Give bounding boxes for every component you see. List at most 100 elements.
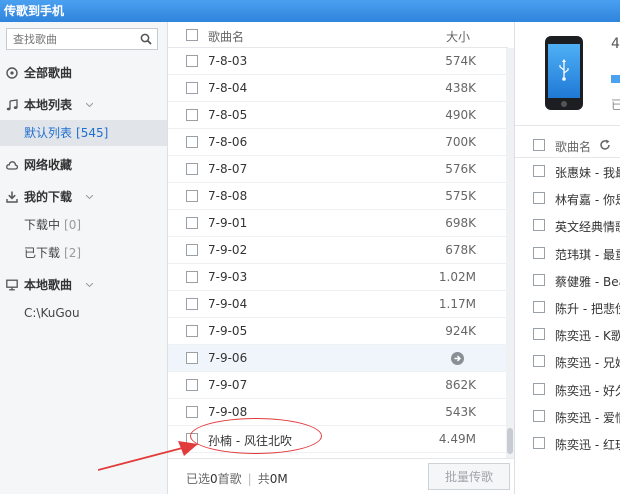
song-size: 4.49M xyxy=(438,432,476,446)
header-size: 大小 xyxy=(446,30,471,44)
song-checkbox[interactable] xyxy=(186,352,198,364)
nav-local-lists[interactable]: 本地列表 xyxy=(0,92,167,118)
song-row[interactable]: 7-8-04 438K xyxy=(168,75,506,102)
phone-song-checkbox[interactable] xyxy=(533,192,545,205)
song-size: 575K xyxy=(445,189,476,203)
song-row[interactable]: 7-9-03 1.02M xyxy=(168,264,506,291)
song-checkbox[interactable] xyxy=(186,298,198,310)
song-row[interactable]: 7-9-02 678K xyxy=(168,237,506,264)
song-checkbox[interactable] xyxy=(186,136,198,148)
nav-downloaded[interactable]: 已下载 [2] xyxy=(0,240,167,266)
search-icon[interactable] xyxy=(140,33,152,45)
phone-song-checkbox[interactable] xyxy=(533,273,545,286)
select-all-checkbox[interactable] xyxy=(186,29,198,41)
phone-status-text: 已 xyxy=(611,96,620,113)
disc-icon xyxy=(6,67,18,79)
song-row[interactable]: 7-9-06 xyxy=(168,345,506,372)
song-name: 7-8-03 xyxy=(208,54,248,68)
nav-downloading[interactable]: 下载中 [0] xyxy=(0,212,167,238)
nav-all-songs[interactable]: 全部歌曲 xyxy=(0,60,167,86)
phone-song-name: 陈奕迅 - 红玫 xyxy=(555,438,620,452)
song-row[interactable]: 7-9-01 698K xyxy=(168,210,506,237)
nav-all-songs-label: 全部歌曲 xyxy=(24,66,73,80)
phone-song-row[interactable]: 陈奕迅 - 好久 xyxy=(515,376,620,403)
phone-song-checkbox[interactable] xyxy=(533,437,545,449)
song-checkbox[interactable] xyxy=(186,325,198,337)
song-row[interactable]: 7-8-07 576K xyxy=(168,156,506,183)
chevron-down-icon[interactable] xyxy=(86,195,93,199)
song-checkbox[interactable] xyxy=(186,433,198,445)
song-row[interactable]: 7-8-06 700K xyxy=(168,129,506,156)
nav-local-path[interactable]: C:\KuGou xyxy=(0,300,167,326)
total-prefix: 共 xyxy=(257,472,270,486)
song-size: 678K xyxy=(445,243,476,257)
chevron-down-icon[interactable] xyxy=(86,103,93,107)
batch-transfer-button[interactable]: 批量传歌 xyxy=(428,463,510,490)
song-checkbox[interactable] xyxy=(186,82,198,94)
song-name: 孙楠 - 风往北吹 xyxy=(208,434,292,448)
window-title: 传歌到手机 xyxy=(0,0,620,22)
song-checkbox[interactable] xyxy=(186,406,198,418)
chevron-down-icon[interactable] xyxy=(86,283,93,287)
song-size: 438K xyxy=(445,81,476,95)
phone-song-name: 陈升 - 把悲伤 xyxy=(555,302,620,316)
song-size: 1.17M xyxy=(438,297,476,311)
phone-song-checkbox[interactable] xyxy=(533,165,545,177)
phone-select-all-checkbox[interactable] xyxy=(533,139,545,151)
selected-count: 0 xyxy=(210,472,218,486)
scrollbar[interactable] xyxy=(506,48,514,458)
phone-song-row[interactable]: 陈升 - 把悲伤 xyxy=(515,294,620,321)
song-row[interactable]: 7-9-04 1.17M xyxy=(168,291,506,318)
song-name: 7-9-08 xyxy=(208,405,248,419)
phone-song-checkbox[interactable] xyxy=(533,219,545,232)
phone-song-checkbox[interactable] xyxy=(533,382,545,395)
song-row[interactable]: 7-8-05 490K xyxy=(168,102,506,129)
phone-song-checkbox[interactable] xyxy=(533,355,545,368)
phone-song-row[interactable]: 林宥嘉 - 你是 xyxy=(515,185,620,212)
phone-song-row[interactable]: 英文经典情歌 xyxy=(515,212,620,239)
song-checkbox[interactable] xyxy=(186,190,198,202)
search-input[interactable] xyxy=(7,29,131,49)
song-row[interactable]: 7-9-07 862K xyxy=(168,372,506,399)
song-name: 7-9-01 xyxy=(208,216,248,230)
phone-song-checkbox[interactable] xyxy=(533,409,545,422)
phone-song-row[interactable]: 陈奕迅 - 兄妹 xyxy=(515,348,620,375)
phone-song-row[interactable]: 陈奕迅 - 红玫 xyxy=(515,430,620,457)
music-note-icon xyxy=(6,99,18,111)
song-checkbox[interactable] xyxy=(186,379,198,391)
phone-song-row[interactable]: 陈奕迅 - 爱情 xyxy=(515,403,620,430)
nav-my-downloads[interactable]: 我的下载 xyxy=(0,184,167,210)
phone-song-row[interactable]: 陈奕迅 - K歌 xyxy=(515,321,620,348)
send-to-phone-icon[interactable] xyxy=(451,352,464,365)
song-checkbox[interactable] xyxy=(186,109,198,121)
song-row[interactable]: 7-9-05 924K xyxy=(168,318,506,345)
nav-local-songs[interactable]: 本地歌曲 xyxy=(0,272,167,298)
phone-song-row[interactable]: 蔡健雅 - Beau xyxy=(515,267,620,294)
scrollbar-thumb[interactable] xyxy=(507,428,513,454)
song-row[interactable]: 孙楠 - 风往北吹 4.49M xyxy=(168,426,506,453)
refresh-icon[interactable] xyxy=(599,139,611,151)
phone-song-checkbox[interactable] xyxy=(533,328,545,341)
song-checkbox[interactable] xyxy=(186,244,198,256)
nav-net-favorites[interactable]: 网络收藏 xyxy=(0,152,167,178)
sidebar: 全部歌曲 本地列表 默认列表[545] 网络收藏 我的下载 下载中[0] 已下载… xyxy=(0,22,168,494)
song-name: 7-9-05 xyxy=(208,324,248,338)
song-checkbox[interactable] xyxy=(186,217,198,229)
phone-song-name: 范玮琪 - 最重 xyxy=(555,247,620,262)
song-row[interactable]: 7-9-08 543K xyxy=(168,399,506,426)
song-row[interactable]: 7-8-08 575K xyxy=(168,183,506,210)
search-box[interactable] xyxy=(6,28,158,50)
nav-default-list[interactable]: 默认列表 [545] xyxy=(0,120,167,146)
download-icon xyxy=(6,191,18,203)
phone-song-checkbox[interactable] xyxy=(533,301,545,313)
phone-song-checkbox[interactable] xyxy=(533,246,545,259)
song-checkbox[interactable] xyxy=(186,55,198,67)
phone-song-row[interactable]: 范玮琪 - 最重 xyxy=(515,240,620,267)
phone-song-name: 陈奕迅 - 好久 xyxy=(555,383,620,398)
song-checkbox[interactable] xyxy=(186,163,198,175)
phone-top-text: 4 xyxy=(611,36,620,52)
phone-song-row[interactable]: 张惠妹 - 我最 xyxy=(515,158,620,185)
song-checkbox[interactable] xyxy=(186,271,198,283)
song-row[interactable]: 7-8-03 574K xyxy=(168,48,506,75)
phone-song-name: 陈奕迅 - 兄妹 xyxy=(555,356,620,371)
